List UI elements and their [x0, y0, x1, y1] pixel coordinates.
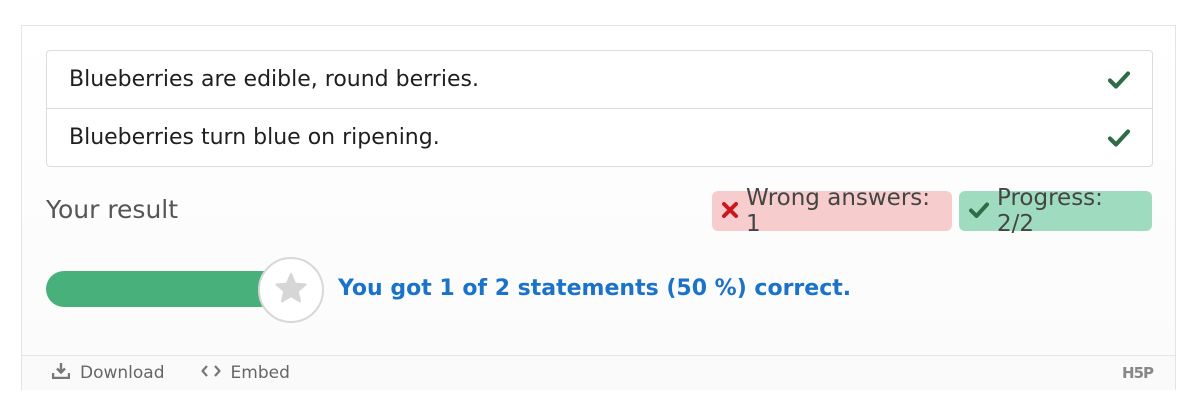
check-icon: [1108, 70, 1130, 89]
statement-row: Blueberries turn blue on ripening.: [47, 108, 1152, 166]
download-label: Download: [80, 363, 165, 383]
star-icon: [274, 272, 308, 308]
progress-label: Progress: 2/2: [997, 185, 1103, 237]
statements-list: Blueberries are edible, round berries. B…: [46, 50, 1153, 167]
star-badge: [258, 257, 324, 323]
download-button[interactable]: Download: [51, 362, 165, 384]
embed-label: Embed: [230, 363, 290, 383]
score-progress-bar: [46, 271, 276, 307]
result-title: Your result: [46, 195, 179, 224]
h5p-logo[interactable]: H5P: [1122, 364, 1154, 382]
embed-button[interactable]: Embed: [200, 363, 290, 383]
download-icon: [51, 362, 80, 384]
footer-bar: Download Embed H5P: [22, 355, 1175, 390]
wrong-answers-label: Wrong answers: 1: [746, 185, 931, 237]
statement-row: Blueberries are edible, round berries.: [47, 51, 1152, 108]
check-icon: [969, 198, 997, 224]
score-section: You got 1 of 2 statements (50 %) correct…: [46, 256, 1153, 323]
progress-badge: Progress: 2/2: [959, 185, 1152, 237]
wrong-answers-badge: Wrong answers: 1: [712, 185, 952, 237]
statement-text: Blueberries turn blue on ripening.: [69, 125, 440, 150]
h5p-container: Blueberries are edible, round berries. B…: [21, 25, 1176, 390]
code-icon: [200, 363, 231, 383]
score-summary: You got 1 of 2 statements (50 %) correct…: [338, 276, 852, 301]
content-area: Blueberries are edible, round berries. B…: [22, 26, 1175, 355]
statement-text: Blueberries are edible, round berries.: [69, 67, 479, 92]
check-icon: [1108, 128, 1130, 147]
result-header: Your result Wrong answers: 1 Progress: 2…: [46, 185, 1153, 237]
close-icon: [722, 198, 746, 224]
